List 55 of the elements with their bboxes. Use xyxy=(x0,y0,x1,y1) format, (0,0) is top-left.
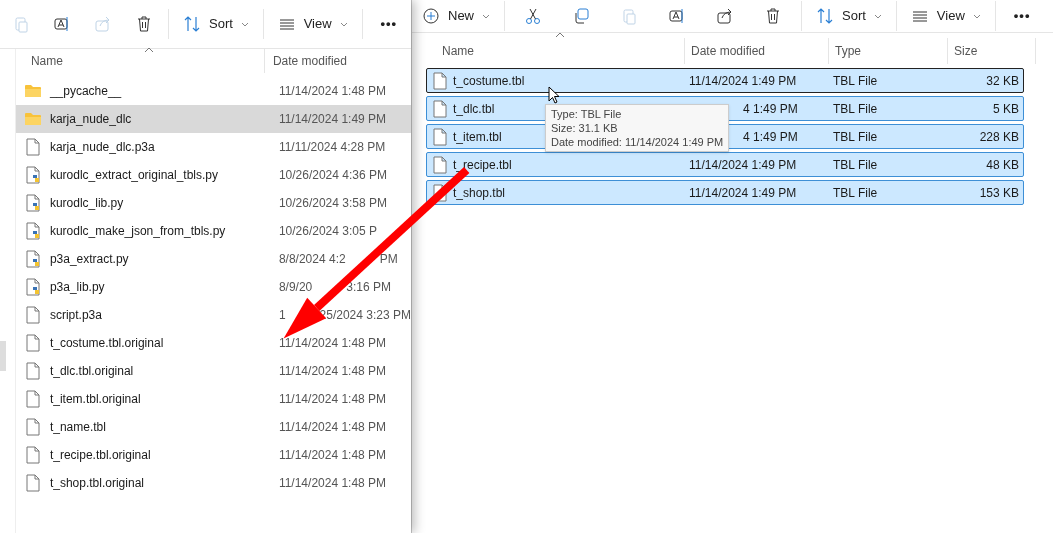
size-cell-text: 32 KB xyxy=(985,72,1020,90)
file-name: t_shop.tbl.original xyxy=(49,475,144,492)
date-text: 11/14/2024 1:48 PM xyxy=(278,335,387,352)
date-cell: 11/14/2024 1:49 PM xyxy=(689,157,797,172)
file-name: t_recipe.tbl.original xyxy=(49,447,151,464)
date-text: 11/11/2024 4:28 PM xyxy=(278,139,386,156)
file-name: t_costume.tbl.original xyxy=(49,335,164,352)
date-text: 10/26/2024 3:05 P xyxy=(278,223,377,240)
type-cell-text: TBL File xyxy=(832,100,879,118)
file-name: p3a_lib.py xyxy=(49,279,105,296)
file-name: t_dlc.tbl.original xyxy=(49,363,134,380)
date-text: 11/14/2024 1:49 PM xyxy=(278,111,387,128)
size-cell-text: 153 KB xyxy=(978,184,1020,202)
type-cell-text: TBL File xyxy=(832,128,879,146)
date-cell: 11/14/2024 1:49 PM xyxy=(689,73,797,88)
size-cell-text: 5 KB xyxy=(992,100,1020,118)
file-name: p3a_extract.py xyxy=(49,251,129,268)
type-cell-text: TBL File xyxy=(832,184,879,202)
date-text: 1 xyxy=(278,307,286,324)
type-cell-text: TBL File xyxy=(832,72,879,90)
file-name: script.p3a xyxy=(49,307,102,324)
tooltip-line: Date modified: 11/14/2024 1:49 PM xyxy=(551,135,724,149)
file-name: __pycache__ xyxy=(49,83,122,100)
date-text: 8/8/2024 4:2 xyxy=(278,251,346,268)
date-cell: 11/14/2024 1:49 PM xyxy=(689,185,797,200)
date-text: 11/14/2024 1:48 PM xyxy=(278,419,387,436)
date-cell: 4 1:49 PM xyxy=(743,129,798,144)
file-name: t_shop.tbl xyxy=(453,184,506,202)
file-name: t_costume.tbl xyxy=(453,72,525,90)
date-text: 3:16 PM xyxy=(346,279,391,296)
date-cell: 4 1:49 PM xyxy=(743,101,798,116)
file-name: karja_nude_dlc.p3a xyxy=(49,139,155,156)
size-cell-text: 48 KB xyxy=(985,156,1020,174)
file-name: t_name.tbl xyxy=(49,419,106,436)
date-text: 10/26/2024 4:36 PM xyxy=(278,167,387,184)
file-name: kurodlc_extract_original_tbls.py xyxy=(49,167,218,184)
date-text: 11/14/2024 1:48 PM xyxy=(278,475,387,492)
file-name: t_item.tbl xyxy=(453,128,502,146)
date-text: PM xyxy=(379,251,398,268)
size-cell-text: 228 KB xyxy=(978,128,1020,146)
date-text: 8/9/20 xyxy=(278,279,313,296)
type-cell-text: TBL File xyxy=(832,156,879,174)
date-text: 11/14/2024 1:48 PM xyxy=(278,447,387,464)
file-name: t_recipe.tbl xyxy=(453,156,512,174)
file-name: karja_nude_dlc xyxy=(49,111,132,128)
file-name: kurodlc_make_json_from_tbls.py xyxy=(49,223,226,240)
file-name: t_dlc.tbl xyxy=(453,100,495,118)
date-text: 10/26/2024 3:58 PM xyxy=(278,195,387,212)
file-name: t_item.tbl.original xyxy=(49,391,141,408)
date-text: 11/14/2024 1:48 PM xyxy=(278,391,387,408)
tooltip-line: Type: TBL File xyxy=(551,107,623,121)
date-text: 11/14/2024 1:48 PM xyxy=(278,363,387,380)
file-name: kurodlc_lib.py xyxy=(49,195,124,212)
date-text: 11/14/2024 1:48 PM xyxy=(278,83,387,100)
tooltip-line: Size: 31.1 KB xyxy=(551,121,619,135)
